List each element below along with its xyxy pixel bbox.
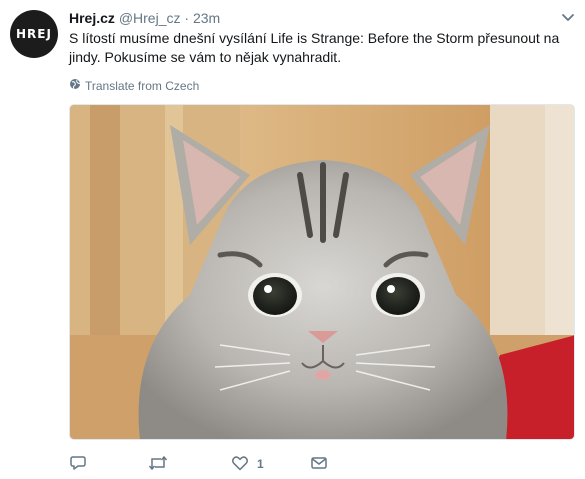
globe-icon: [69, 78, 81, 94]
tweet-photo[interactable]: [69, 104, 575, 440]
avatar-logo-text: HREJ: [16, 27, 52, 41]
reply-icon: [69, 454, 87, 475]
direct-message-button[interactable]: [310, 452, 336, 476]
retweet-icon: [148, 454, 168, 475]
tweet-text: S lítostí musíme dnešní vysílání Life is…: [69, 30, 560, 65]
display-name[interactable]: Hrej.cz: [69, 10, 115, 26]
chevron-down-icon[interactable]: [561, 10, 575, 21]
cat-photo-illustration: [70, 105, 574, 439]
heart-icon: [231, 454, 249, 475]
tweet-card: HREJ Hrej.cz @Hrej_cz · 23m S lítostí mu…: [0, 0, 585, 479]
envelope-icon: [310, 454, 328, 475]
translate-link[interactable]: Translate from Czech: [69, 78, 199, 94]
like-button[interactable]: 1: [231, 452, 264, 476]
tweet-header: Hrej.cz @Hrej_cz · 23m: [69, 9, 220, 27]
like-count: 1: [257, 457, 264, 471]
reply-button[interactable]: [69, 452, 95, 476]
user-handle[interactable]: @Hrej_cz: [119, 10, 181, 26]
translate-label: Translate from Czech: [85, 79, 200, 93]
avatar[interactable]: HREJ: [10, 10, 58, 58]
retweet-button[interactable]: [148, 452, 176, 476]
separator-dot: ·: [184, 10, 190, 26]
tweet-actions: 1: [69, 452, 369, 476]
timestamp[interactable]: 23m: [193, 10, 220, 26]
